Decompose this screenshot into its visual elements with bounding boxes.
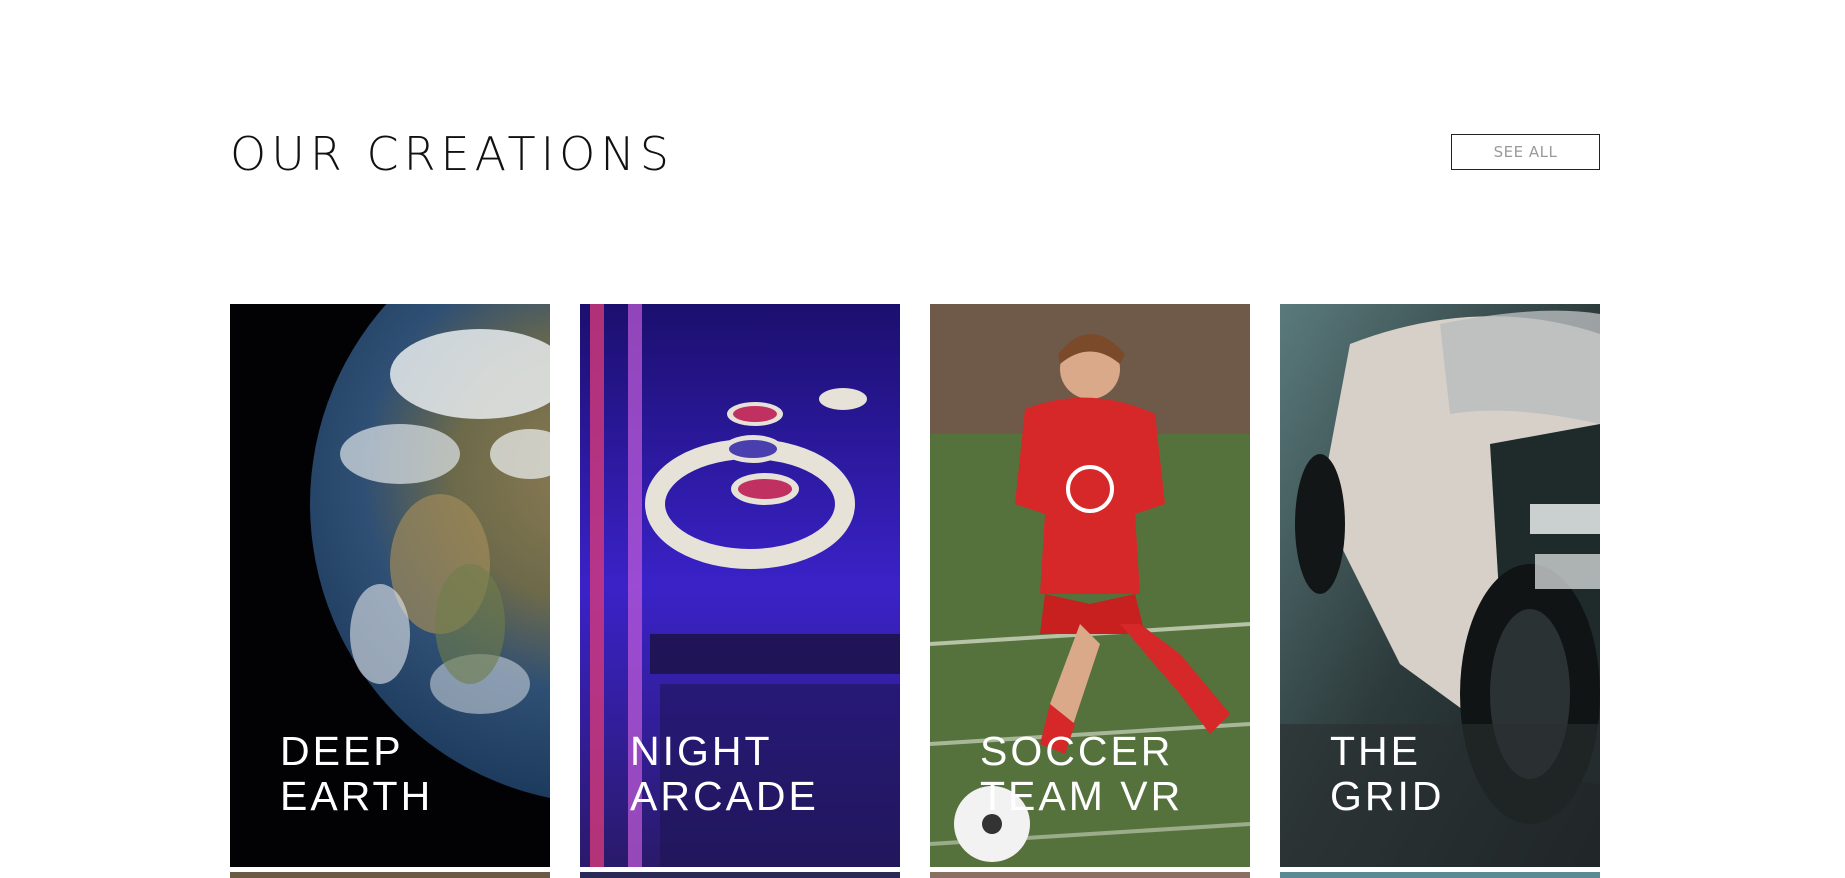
- card-peek: [1280, 872, 1600, 878]
- card-title: DEEP EARTH: [280, 728, 434, 819]
- card-soccer-team-vr[interactable]: SOCCER TEAM VR: [930, 304, 1250, 867]
- card-title: SOCCER TEAM VR: [980, 728, 1184, 819]
- card-night-arcade[interactable]: NIGHT ARCADE: [580, 304, 900, 867]
- creations-section: OUR CREATIONS SEE ALL DEEP EARTH NIGHT A…: [0, 0, 1845, 878]
- card-the-grid[interactable]: THE GRID: [1280, 304, 1600, 867]
- section-title: OUR CREATIONS: [230, 127, 674, 181]
- card-deep-earth[interactable]: DEEP EARTH: [230, 304, 550, 867]
- card-peek: [930, 872, 1250, 878]
- see-all-button[interactable]: SEE ALL: [1451, 134, 1600, 170]
- card-title: THE GRID: [1330, 728, 1445, 819]
- card-title: NIGHT ARCADE: [630, 728, 819, 819]
- card-peek: [230, 872, 550, 878]
- card-peek: [580, 872, 900, 878]
